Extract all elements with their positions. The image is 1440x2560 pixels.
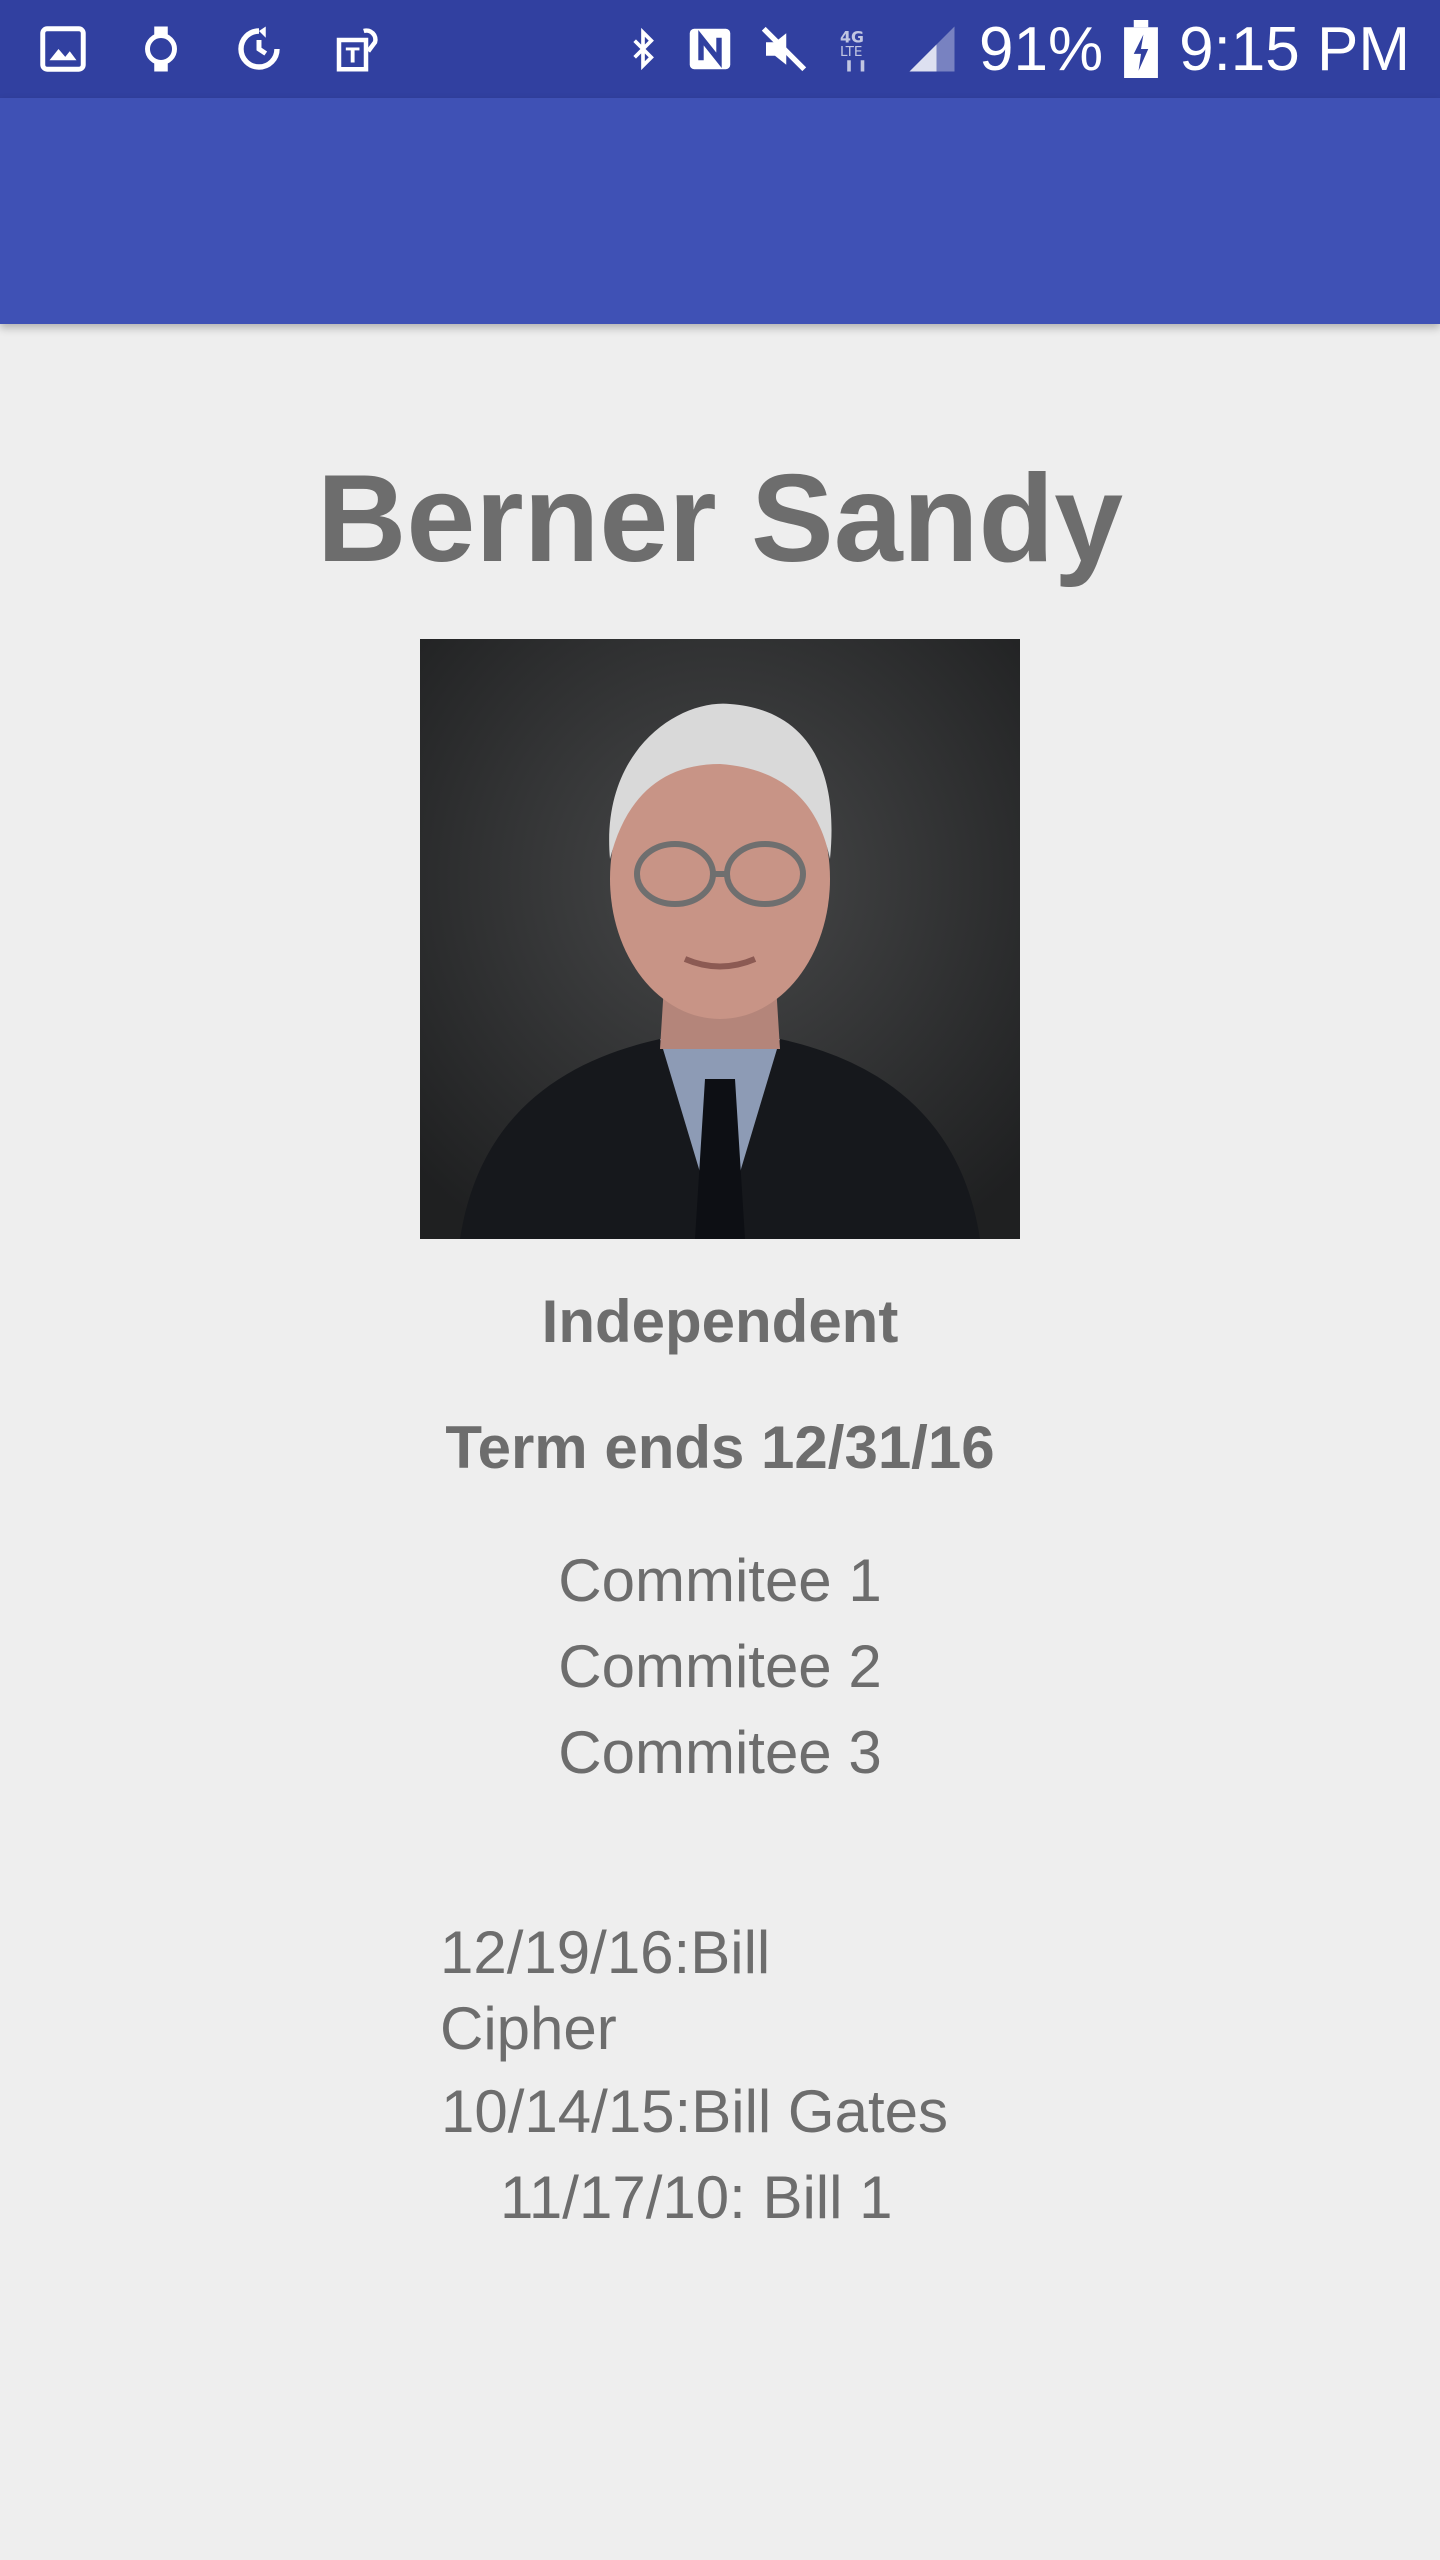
committee-item: Commitee 3 — [558, 1719, 882, 1786]
committee-item: Commitee 1 — [558, 1547, 882, 1614]
legislator-photo — [420, 639, 1020, 1239]
t-mobile-icon: T — [330, 20, 384, 78]
battery-icon — [1123, 20, 1159, 78]
committee-item: Commitee 2 — [558, 1633, 882, 1700]
battery-percent: 91% — [979, 14, 1104, 84]
bluetooth-icon — [623, 20, 663, 78]
lte-icon: 4G LTE — [831, 20, 885, 78]
status-bar: T 4G LTE 91% 9:15 PM — [0, 0, 1440, 98]
status-bar-left: T — [36, 18, 384, 80]
committee-list: Commitee 1 Commitee 2 Commitee 3 — [0, 1538, 1440, 1796]
svg-text:LTE: LTE — [840, 44, 862, 60]
image-icon — [36, 20, 90, 78]
bill-item: 10/14/15:Bill Gates — [441, 2078, 948, 2145]
bill-item: 12/19/16:Bill Cipher — [440, 1919, 771, 2062]
svg-text:T: T — [346, 44, 360, 68]
nfc-icon — [683, 20, 737, 78]
bill-item: 11/17/10: Bill 1 — [500, 2164, 893, 2231]
watch-icon — [134, 20, 188, 78]
term-label: Term ends 12/31/16 — [445, 1414, 995, 1481]
app-bar — [0, 98, 1440, 324]
mute-icon — [757, 20, 811, 78]
clock: 9:15 PM — [1179, 14, 1410, 84]
sync-icon — [232, 20, 286, 78]
signal-icon — [905, 20, 959, 78]
party-label: Independent — [541, 1288, 899, 1355]
status-bar-right: 4G LTE 91% 9:15 PM — [623, 14, 1410, 84]
legislator-name: Berner Sandy — [316, 450, 1124, 588]
